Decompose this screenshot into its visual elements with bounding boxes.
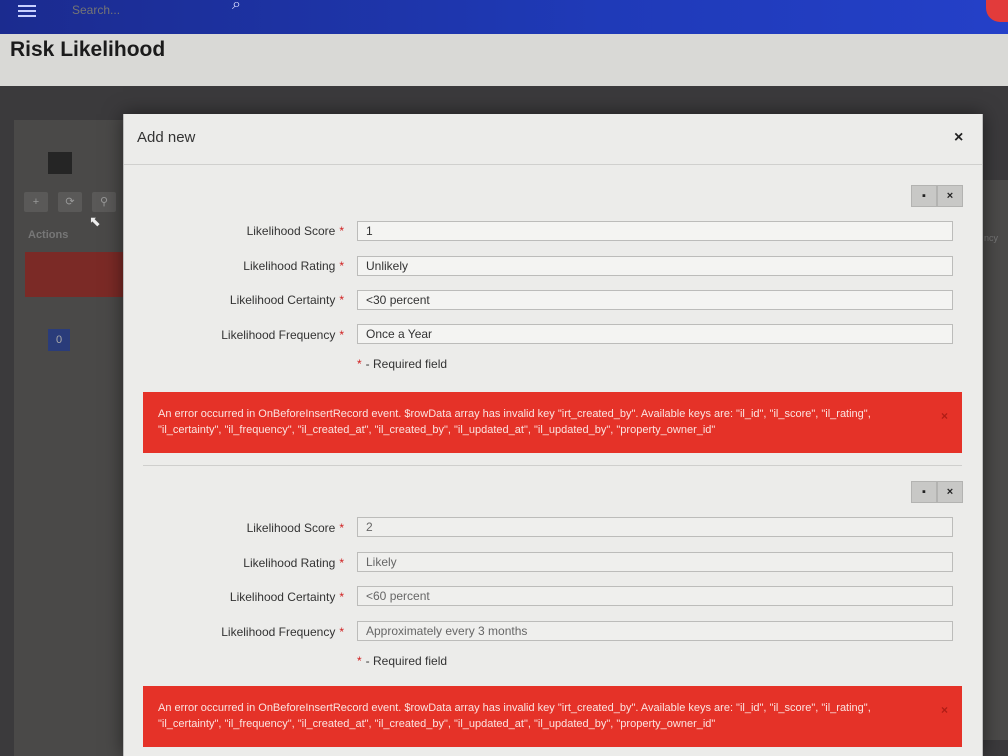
likelihood-rating-input[interactable] <box>357 256 953 276</box>
likelihood-rating-input[interactable] <box>357 552 953 572</box>
likelihood-score-input[interactable] <box>357 517 953 537</box>
error-message: An error occurred in OnBeforeInsertRecor… <box>158 702 871 730</box>
error-message: An error occurred in OnBeforeInsertRecor… <box>158 408 871 436</box>
likelihood-score-label: Likelihood Score * <box>246 224 344 238</box>
background-user-button: ⚲ <box>92 192 116 212</box>
background-error-row <box>25 252 125 297</box>
likelihood-score-input[interactable] <box>357 221 953 241</box>
copy-icon[interactable]: ▪ <box>911 481 937 503</box>
background-column-header: ncy <box>984 233 999 243</box>
error-alert: An error occurred in OnBeforeInsertRecor… <box>143 686 962 747</box>
notification-icon[interactable] <box>986 0 1008 22</box>
likelihood-frequency-input[interactable] <box>357 621 953 641</box>
search-icon[interactable]: ⌕ <box>232 0 241 14</box>
modal-title: Add new <box>137 129 196 146</box>
error-alert: An error occurred in OnBeforeInsertRecor… <box>143 392 962 453</box>
top-navbar: ⌕ <box>0 0 1008 34</box>
background-right-column <box>982 180 1008 740</box>
background-add-button: + <box>24 192 48 212</box>
likelihood-rating-label: Likelihood Rating * <box>243 259 344 273</box>
likelihood-certainty-input[interactable] <box>357 586 953 606</box>
likelihood-rating-label: Likelihood Rating * <box>243 556 344 570</box>
page-title: Risk Likelihood <box>10 38 166 61</box>
menu-icon[interactable] <box>18 2 36 20</box>
likelihood-score-label: Likelihood Score * <box>246 521 344 535</box>
close-icon[interactable]: × <box>954 129 963 147</box>
likelihood-certainty-input[interactable] <box>357 290 953 310</box>
background-page-size <box>48 152 72 174</box>
add-new-modal: Add new × ▪ × Likelihood Score* Likeliho… <box>123 114 983 756</box>
likelihood-frequency-label: Likelihood Frequency * <box>221 328 344 342</box>
modal-header: Add new × <box>124 114 982 165</box>
background-actions-header: Actions <box>28 229 69 241</box>
search-input[interactable] <box>70 0 234 20</box>
copy-icon[interactable]: ▪ <box>911 185 937 207</box>
record-toolbar: ▪ × <box>911 185 963 207</box>
page-header: Risk Likelihood <box>0 34 1008 86</box>
error-close-icon[interactable]: × <box>941 702 948 718</box>
background-refresh-button: ⟳ <box>58 192 82 212</box>
record-divider <box>143 465 962 466</box>
remove-record-icon[interactable]: × <box>937 185 963 207</box>
likelihood-frequency-input[interactable] <box>357 324 953 344</box>
background-pager: 0 <box>48 329 70 351</box>
error-close-icon[interactable]: × <box>941 408 948 424</box>
required-field-note: * - Required field <box>357 654 448 668</box>
mouse-cursor-icon: ⬉ <box>89 213 101 229</box>
remove-record-icon[interactable]: × <box>937 481 963 503</box>
likelihood-frequency-label: Likelihood Frequency * <box>221 625 344 639</box>
record-toolbar: ▪ × <box>911 481 963 503</box>
likelihood-certainty-label: Likelihood Certainty * <box>229 293 344 307</box>
background-panel <box>14 120 124 756</box>
required-field-note: * - Required field <box>357 357 448 371</box>
likelihood-certainty-label: Likelihood Certainty * <box>229 590 344 604</box>
